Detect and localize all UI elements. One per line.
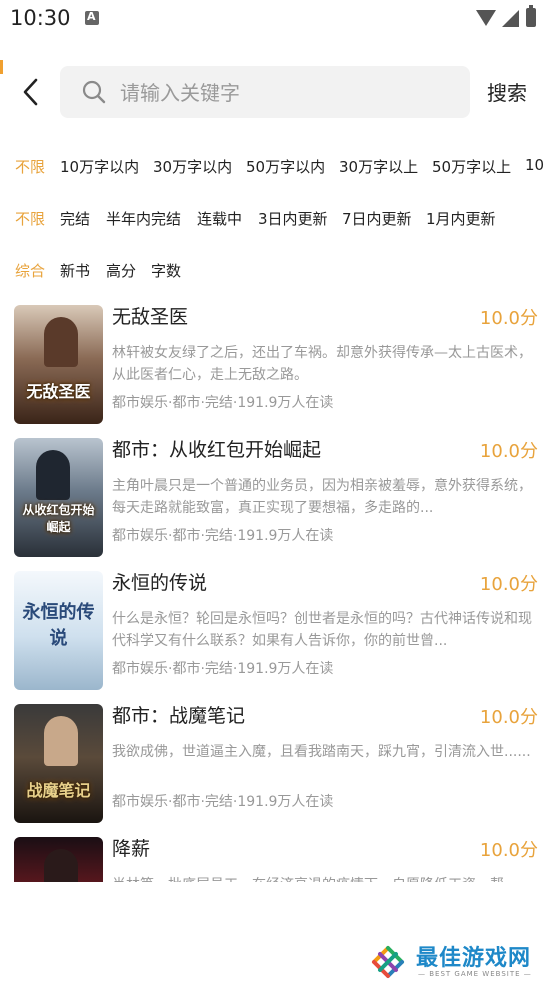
book-cover: 永恒的传说 (14, 571, 103, 690)
filter-status-3day[interactable]: 3日内更新 (258, 208, 328, 229)
search-input[interactable] (118, 74, 462, 112)
status-bar: 10:30 (0, 0, 554, 38)
status-time: 10:30 (10, 6, 71, 30)
book-meta: 都市娱乐·都市·完结·191.9万人在读 (112, 794, 334, 810)
watermark-title: 最佳游戏网 (416, 946, 532, 971)
book-cover: 从收红包开始崛起 (14, 438, 103, 557)
sort-overall[interactable]: 综合 (15, 260, 45, 281)
book-meta: 都市娱乐·都市·完结·191.9万人在读 (112, 528, 334, 544)
filter-word-300k-under[interactable]: 30万字以内 (153, 156, 232, 177)
book-title: 永恒的传说 (112, 572, 208, 594)
book-score: 10.0分 (479, 441, 538, 462)
filter-status-7day[interactable]: 7日内更新 (342, 208, 412, 229)
book-list: 无敌圣医 无敌圣医 10.0分 林轩被女友绿了之后，还出了车祸。却意外获得传承—… (0, 300, 554, 882)
filter-word-any[interactable]: 不限 (15, 156, 45, 177)
book-score: 10.0分 (479, 308, 538, 329)
watermark: 最佳游戏网 — BEST GAME WEBSITE — (366, 938, 546, 986)
battery-icon (526, 5, 536, 27)
back-button[interactable] (14, 74, 50, 110)
signal-icon (502, 10, 519, 27)
book-cover: 无敌圣医 (14, 305, 103, 424)
filter-word-300k-over[interactable]: 30万字以上 (339, 156, 418, 177)
book-meta: 都市娱乐·都市·完结·191.9万人在读 (112, 661, 334, 677)
book-desc: 主角叶晨只是一个普通的业务员，因为相亲被羞辱，意外获得系统，每天走路就能致富，真… (112, 478, 532, 516)
chevron-left-icon (23, 78, 38, 106)
filter-word-100k-under[interactable]: 10万字以内 (60, 156, 139, 177)
search-header: 搜索 (0, 60, 554, 126)
book-title: 都市：战魔笔记 (112, 705, 246, 727)
filter-status-any[interactable]: 不限 (15, 208, 45, 229)
book-title: 都市：从收红包开始崛起 (112, 439, 322, 461)
book-item[interactable]: 无敌圣医 无敌圣医 10.0分 林轩被女友绿了之后，还出了车祸。却意外获得传承—… (0, 300, 554, 433)
book-item[interactable]: 永恒的传说 永恒的传说 10.0分 什么是永恒？轮回是永恒吗？创世者是永恒的吗？… (0, 566, 554, 699)
book-desc: 我欲成佛，世道逼主入魔，且看我踏南天，踩九宵，引清流入世...... (112, 744, 531, 760)
filter-status-complete[interactable]: 完结 (60, 208, 90, 229)
filter-row-word-count: 不限 10万字以内 30万字以内 50万字以内 30万字以上 50万字以上 10 (0, 152, 554, 182)
filter-word-500k-over[interactable]: 50万字以上 (432, 156, 511, 177)
book-desc: 什么是永恒？轮回是永恒吗？创世者是永恒的吗？古代神话传说和现代科学又有什么联系？… (112, 611, 532, 649)
book-desc: 肖林等一批底层员工，在经济衰退的疫情下，自愿降低工资，帮 (112, 874, 540, 882)
sort-new[interactable]: 新书 (60, 260, 90, 281)
book-score: 10.0分 (479, 707, 538, 728)
filter-status-1month[interactable]: 1月内更新 (426, 208, 496, 229)
filter-word-more[interactable]: 10 (525, 156, 544, 174)
filter-status-ongoing[interactable]: 连载中 (197, 208, 242, 229)
book-cover: 战魔笔记 (14, 704, 103, 823)
notification-a-icon (85, 10, 99, 25)
book-cover (14, 837, 103, 882)
sort-word-count[interactable]: 字数 (151, 260, 181, 281)
book-score: 10.0分 (479, 840, 538, 861)
watermark-logo-icon (372, 946, 404, 978)
filter-row-status: 不限 完结 半年内完结 连载中 3日内更新 7日内更新 1月内更新 (0, 204, 554, 234)
book-desc: 林轩被女友绿了之后，还出了车祸。却意外获得传承—太上古医术，从此医者仁心，走上无… (112, 345, 532, 383)
book-title: 降薪 (112, 838, 151, 860)
wifi-icon (476, 10, 496, 26)
book-item[interactable]: 从收红包开始崛起 都市：从收红包开始崛起 10.0分 主角叶晨只是一个普通的业务… (0, 433, 554, 566)
sort-high-score[interactable]: 高分 (106, 260, 136, 281)
watermark-subtitle: — BEST GAME WEBSITE — (418, 970, 532, 978)
search-button[interactable]: 搜索 (487, 77, 527, 106)
search-icon (82, 80, 106, 104)
book-title: 无敌圣医 (112, 306, 189, 328)
search-box[interactable] (60, 66, 470, 118)
book-item[interactable]: 降薪 10.0分 肖林等一批底层员工，在经济衰退的疫情下，自愿降低工资，帮 (0, 832, 554, 882)
book-meta: 都市娱乐·都市·完结·191.9万人在读 (112, 395, 334, 411)
book-item[interactable]: 战魔笔记 都市：战魔笔记 10.0分 我欲成佛，世道逼主入魔，且看我踏南天，踩九… (0, 699, 554, 832)
book-score: 10.0分 (479, 574, 538, 595)
filter-word-500k-under[interactable]: 50万字以内 (246, 156, 325, 177)
filter-status-half-year[interactable]: 半年内完结 (106, 208, 181, 229)
filter-row-sort: 综合 新书 高分 字数 (0, 256, 554, 286)
